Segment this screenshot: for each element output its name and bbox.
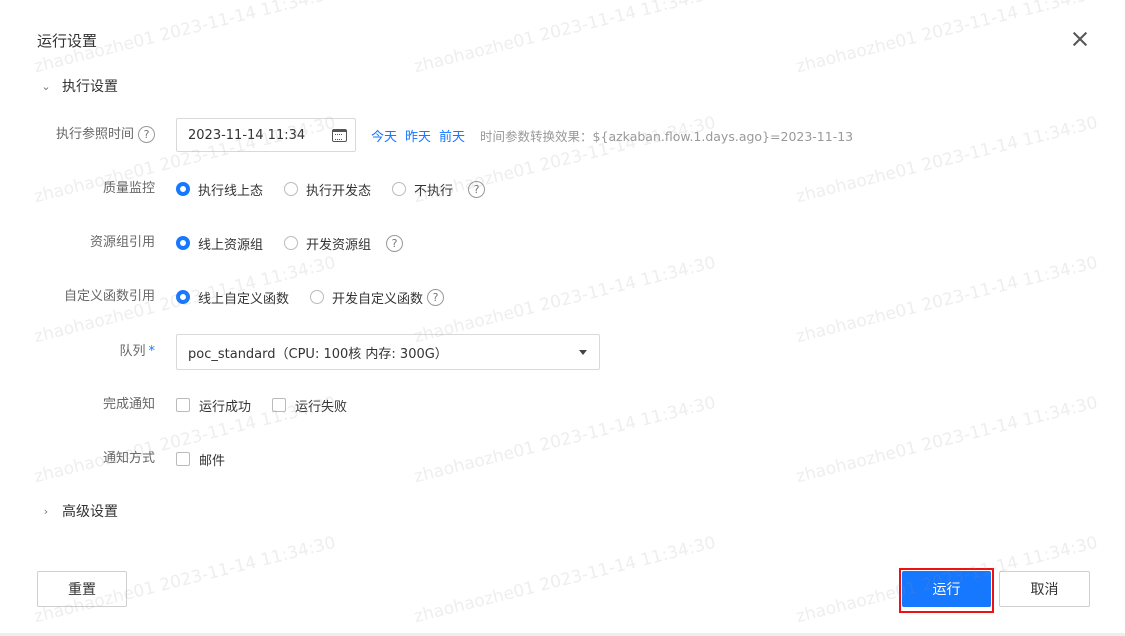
- queue-value: poc_standard（CPU: 100核 内存: 300G）: [188, 346, 448, 362]
- quick-day-before-link[interactable]: 前天: [439, 126, 465, 145]
- chevron-down-icon: ⌄: [41, 79, 51, 93]
- quality-label: 质量监控: [102, 181, 155, 196]
- reset-button[interactable]: 重置: [37, 571, 127, 607]
- resource-row: 资源组引用 线上资源组 开发资源组 ?: [0, 225, 1125, 261]
- radio-unchecked: [284, 182, 299, 196]
- calendar-icon[interactable]: [332, 128, 347, 142]
- advanced-settings-section-toggle[interactable]: › 高级设置: [37, 501, 118, 521]
- close-icon[interactable]: [1069, 28, 1091, 50]
- exec-settings-section-toggle[interactable]: ⌄ 执行设置: [37, 76, 118, 96]
- run-settings-dialog: 运行设置 ⌄ 执行设置 执行参照时间? 2023-11-14 11:34 今天 …: [0, 0, 1125, 636]
- radio-checked: [176, 182, 190, 196]
- run-button[interactable]: 运行: [902, 571, 991, 607]
- quality-option-dev[interactable]: 执行开发态: [284, 180, 371, 199]
- advanced-settings-section-label: 高级设置: [62, 504, 118, 520]
- exec-time-value: 2023-11-14 11:34: [188, 127, 306, 143]
- queue-row: 队列 * poc_standard（CPU: 100核 内存: 300G）: [0, 334, 1125, 370]
- radio-unchecked: [284, 236, 299, 250]
- notify-failure-checkbox[interactable]: 运行失败: [272, 396, 347, 415]
- checkbox-unchecked: [272, 398, 287, 412]
- notify-method-row: 通知方式 邮件: [0, 441, 1125, 477]
- watermark: zhaohaozhe01 2023-11-14 11:34:30: [412, 532, 718, 628]
- udf-option-online[interactable]: 线上自定义函数: [176, 288, 289, 307]
- notify-success-checkbox[interactable]: 运行成功: [176, 396, 251, 415]
- quality-option-online[interactable]: 执行线上态: [176, 180, 263, 199]
- exec-time-label: 执行参照时间?: [56, 117, 155, 153]
- udf-label: 自定义函数引用: [63, 289, 155, 304]
- resource-option-online[interactable]: 线上资源组: [176, 234, 263, 253]
- watermark: zhaohaozhe01 2023-11-14 11:34:30: [794, 0, 1100, 78]
- exec-time-row: 执行参照时间? 2023-11-14 11:34 今天 昨天 前天 时间参数转换…: [0, 117, 1125, 153]
- cancel-button[interactable]: 取消: [999, 571, 1090, 607]
- radio-checked: [176, 290, 190, 304]
- help-icon[interactable]: ?: [138, 126, 155, 143]
- dialog-title: 运行设置: [37, 32, 98, 50]
- radio-unchecked: [310, 290, 325, 304]
- quality-row: 质量监控 执行线上态 执行开发态 不执行 ?: [0, 171, 1125, 207]
- checkbox-unchecked: [176, 452, 190, 466]
- help-icon[interactable]: ?: [427, 288, 445, 306]
- exec-time-date-picker[interactable]: 2023-11-14 11:34: [176, 118, 356, 152]
- queue-label: 队列 *: [119, 344, 156, 359]
- help-icon[interactable]: ?: [386, 234, 404, 252]
- exec-settings-section-label: 执行设置: [62, 79, 118, 95]
- queue-select[interactable]: poc_standard（CPU: 100核 内存: 300G）: [176, 334, 600, 370]
- radio-unchecked: [392, 182, 407, 196]
- notify-email-checkbox[interactable]: 邮件: [176, 450, 225, 469]
- quick-yesterday-link[interactable]: 昨天: [405, 126, 431, 145]
- notify-label: 完成通知: [102, 397, 155, 412]
- notify-row: 完成通知 运行成功 运行失败: [0, 387, 1125, 423]
- radio-checked: [176, 236, 190, 250]
- watermark-layer: zhaohaozhe01 2023-11-14 11:34:30 zhaohao…: [0, 0, 1125, 636]
- resource-option-dev[interactable]: 开发资源组: [284, 234, 371, 253]
- resource-label: 资源组引用: [89, 235, 155, 250]
- quick-today-link[interactable]: 今天: [371, 126, 397, 145]
- time-param-hint: 时间参数转换效果：${azkaban.flow.1.days.ago}=2023…: [480, 128, 854, 144]
- chevron-right-icon: ›: [43, 504, 49, 518]
- required-mark: *: [148, 344, 156, 359]
- watermark: zhaohaozhe01 2023-11-14 11:34:30: [412, 0, 718, 78]
- help-icon[interactable]: ?: [468, 180, 486, 198]
- quality-option-skip[interactable]: 不执行: [392, 180, 453, 199]
- caret-down-icon: [579, 349, 587, 355]
- udf-option-dev[interactable]: 开发自定义函数: [310, 288, 423, 307]
- notify-method-label: 通知方式: [102, 451, 155, 466]
- checkbox-unchecked: [176, 398, 190, 412]
- udf-row: 自定义函数引用 线上自定义函数 开发自定义函数 ?: [0, 279, 1125, 315]
